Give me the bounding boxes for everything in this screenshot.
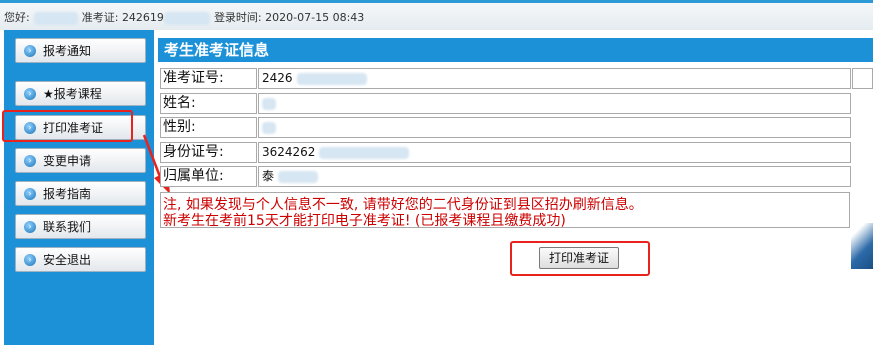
arrow-bullet-icon: › <box>24 44 36 57</box>
red-arrow-icon <box>142 134 170 194</box>
label-id-number: 身份证号: <box>160 142 257 163</box>
label-name: 姓名: <box>160 93 257 114</box>
value-unit: 泰 <box>258 166 851 187</box>
value-name <box>258 93 851 114</box>
redacted-name <box>33 11 78 25</box>
top-info-bar: 您好: 准考证: 242619 登录时间: 2020-07-15 08:43 <box>0 0 873 30</box>
user-info-line: 您好: 准考证: 242619 登录时间: 2020-07-15 08:43 <box>4 9 364 25</box>
value-gender <box>258 117 851 138</box>
background-image-fragment <box>851 223 873 269</box>
sidebar-item-change-request[interactable]: › 变更申请 <box>15 148 146 173</box>
sidebar-item-label: 报考通知 <box>43 44 92 58</box>
arrow-bullet-icon: › <box>24 87 36 100</box>
sidebar-item-guide[interactable]: › 报考指南 <box>15 181 146 206</box>
label-unit: 归属单位: <box>160 166 257 187</box>
value-exam-no: 2426 <box>258 68 851 89</box>
sidebar-item-label: 报考指南 <box>43 187 92 201</box>
redacted-exam-no <box>163 11 210 25</box>
sidebar-item-label: 联系我们 <box>43 220 92 234</box>
exam-no-label: 准考证: <box>81 11 119 24</box>
notice-box: 注, 如果发现与个人信息不一致, 请带好您的二代身份证到县区招办刷新信息。 新考… <box>160 192 850 229</box>
arrow-bullet-icon: › <box>24 253 36 266</box>
arrow-bullet-icon: › <box>24 154 36 167</box>
highlight-box-print <box>510 241 650 276</box>
sidebar-item-courses[interactable]: › ★报考课程 <box>15 81 146 106</box>
sidebar-item-label: 变更申请 <box>43 154 92 168</box>
panel-title: 考生准考证信息 <box>158 38 873 62</box>
value-id-number: 3624262 <box>258 142 851 163</box>
sidebar-item-label: 安全退出 <box>43 253 92 267</box>
sidebar-item-notice[interactable]: › 报考通知 <box>15 38 146 63</box>
login-time-label: 登录时间: <box>213 11 262 24</box>
notice-line-2: 新考生在考前15天才能打印电子准考证! (已报考课程且缴费成功) <box>163 213 566 229</box>
arrow-bullet-icon: › <box>24 220 36 233</box>
greeting-label: 您好: <box>4 11 30 24</box>
sidebar-item-logout[interactable]: › 安全退出 <box>15 247 146 272</box>
sidebar-item-label: ★报考课程 <box>43 87 102 101</box>
login-time-value: 2020-07-15 08:43 <box>265 11 365 24</box>
label-exam-no: 准考证号: <box>160 68 257 89</box>
label-gender: 性别: <box>160 117 257 138</box>
arrow-bullet-icon: › <box>24 187 36 200</box>
sidebar-item-contact[interactable]: › 联系我们 <box>15 214 146 239</box>
photo-cell <box>852 68 873 89</box>
exam-no-value: 242619 <box>121 11 164 24</box>
highlight-box-menu <box>2 110 133 142</box>
